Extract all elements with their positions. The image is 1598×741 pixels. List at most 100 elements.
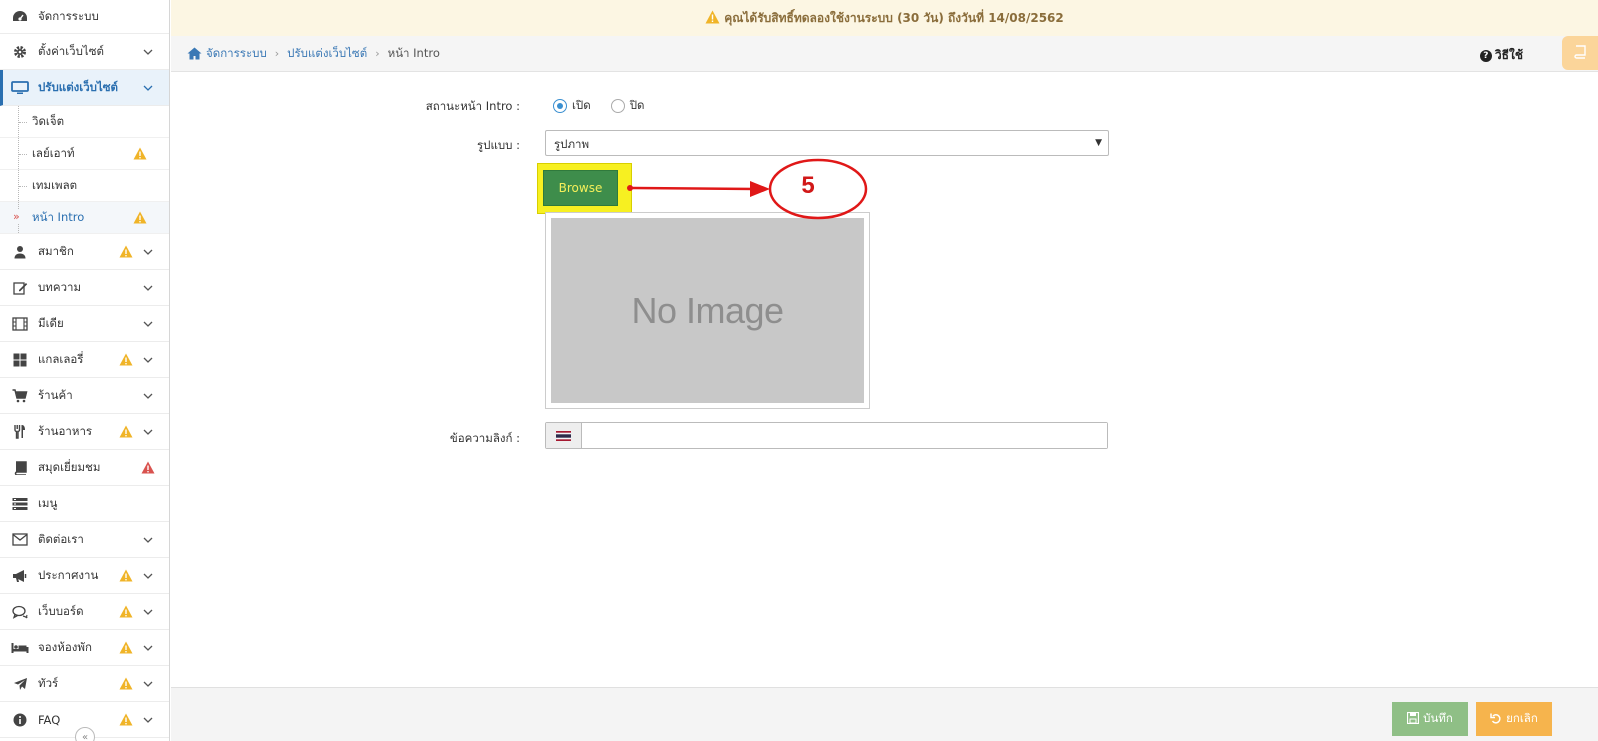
danger-warning-icon: [141, 461, 155, 477]
sidebar-item-shop[interactable]: ร้านค้า: [0, 378, 169, 414]
book-icon: [10, 460, 30, 476]
sidebar-item-articles[interactable]: บทความ: [0, 270, 169, 306]
home-icon[interactable]: [187, 47, 202, 60]
sidebar-item-label: จัดการระบบ: [38, 8, 99, 23]
breadcrumb: จัดการระบบ › ปรับแต่งเว็บไซต์ › หน้า Int…: [171, 45, 440, 63]
chevron-down-icon: [143, 81, 153, 95]
sidebar-subitem-label: เลย์เอาท์: [32, 145, 75, 160]
sidebar-item-media[interactable]: มีเดีย: [0, 306, 169, 342]
chevron-down-icon: [143, 45, 153, 59]
sidebar-item-members[interactable]: สมาชิก: [0, 234, 169, 270]
sidebar-collapse-button[interactable]: «: [75, 727, 95, 741]
intro-status-label: สถานะหน้า Intro :: [425, 99, 520, 113]
question-icon: ?: [1479, 49, 1492, 62]
link-text-input[interactable]: [582, 423, 1107, 448]
user-icon: [10, 244, 30, 260]
monitor-icon: [10, 80, 30, 96]
chevron-down-icon: [143, 245, 153, 259]
breadcrumb-separator-icon: ›: [274, 47, 280, 60]
type-select[interactable]: รูปภาพ ▼: [545, 130, 1109, 156]
warning-icon: [119, 641, 133, 657]
warning-icon: [119, 245, 133, 261]
chevron-down-icon: [143, 677, 153, 691]
warning-icon: [119, 605, 133, 621]
save-label: บันทึก: [1423, 711, 1453, 725]
envelope-icon: [10, 532, 30, 548]
manual-book-button[interactable]: [1562, 36, 1598, 70]
browse-button[interactable]: Browse: [543, 170, 618, 206]
cart-icon: [10, 388, 30, 404]
sidebar-item-gallery[interactable]: แกลเลอรี่: [0, 342, 169, 378]
warning-icon: [705, 10, 720, 27]
sidebar-subitem-label: หน้า Intro: [32, 209, 85, 224]
book-icon: [1573, 44, 1587, 62]
chevron-down-icon: [143, 641, 153, 655]
sidebar-item-tour[interactable]: ทัวร์: [0, 666, 169, 702]
breadcrumb-section-link[interactable]: ปรับแต่งเว็บไซต์: [287, 45, 367, 63]
help-link[interactable]: ? วิธีใช้: [1479, 46, 1523, 65]
breadcrumb-bar: จัดการระบบ › ปรับแต่งเว็บไซต์ › หน้า Int…: [171, 36, 1598, 72]
breadcrumb-separator-icon: ›: [375, 47, 380, 60]
sidebar-item-booking[interactable]: จองห้องพัก: [0, 630, 169, 666]
sidebar-subitem-label: เทมเพลต: [32, 177, 78, 192]
link-text-field: [545, 422, 1108, 449]
annotation-arrow-and-circle: [627, 158, 868, 220]
undo-icon: [1490, 712, 1502, 727]
menu-icon: [10, 496, 30, 512]
film-icon: [10, 316, 30, 332]
sidebar-subitem-layout[interactable]: เลย์เอาท์: [0, 138, 169, 170]
sidebar: จัดการระบบ ตั้งค่าเว็บไซต์ ปรับแต่งเว็บไ…: [0, 0, 170, 741]
save-button[interactable]: บันทึก: [1392, 702, 1468, 736]
type-select-value: รูปภาพ: [554, 137, 590, 151]
warning-icon: [133, 211, 147, 227]
chevron-down-icon: [143, 605, 153, 619]
link-text-label: ข้อความลิงก์ :: [449, 431, 520, 445]
chevron-down-icon: [143, 713, 153, 727]
warning-icon: [119, 425, 133, 441]
plane-icon: [10, 676, 30, 692]
status-on-radio[interactable]: เปิด: [553, 97, 591, 115]
cancel-button[interactable]: ยกเลิก: [1476, 702, 1552, 736]
chevron-down-icon: [143, 533, 153, 547]
edit-icon: [10, 280, 30, 296]
chevron-down-icon: [143, 425, 153, 439]
breadcrumb-current: หน้า Intro: [387, 45, 440, 60]
sidebar-item-customize[interactable]: ปรับแต่งเว็บไซต์: [0, 70, 169, 106]
image-preview: No Image: [545, 212, 870, 409]
chevron-down-icon: [143, 389, 153, 403]
chevron-down-icon: [143, 281, 153, 295]
sidebar-item-menu[interactable]: เมนู: [0, 486, 169, 522]
status-off-radio[interactable]: ปิด: [610, 97, 645, 115]
form-footer: บันทึก ยกเลิก: [171, 687, 1598, 741]
help-label: วิธีใช้: [1494, 48, 1523, 62]
chevron-down-icon: [143, 353, 153, 367]
radio-unchecked-icon: [610, 99, 625, 113]
sidebar-item-contact[interactable]: ติดต่อเรา: [0, 522, 169, 558]
dashboard-icon: [10, 9, 30, 25]
sidebar-item-guestbook[interactable]: สมุดเยี่ยมชม: [0, 450, 169, 486]
thai-flag-icon: [546, 423, 582, 448]
warning-icon: [119, 353, 133, 369]
sidebar-item-jobs[interactable]: ประกาศงาน: [0, 558, 169, 594]
chevron-down-icon: [143, 317, 153, 331]
sidebar-subitem-widgets[interactable]: วิดเจ็ต: [0, 106, 169, 138]
sidebar-item-site-settings[interactable]: ตั้งค่าเว็บไซต์: [0, 34, 169, 70]
warning-icon: [119, 713, 133, 729]
warning-icon: [133, 147, 147, 163]
chevron-down-icon: [143, 569, 153, 583]
comments-icon: [10, 604, 30, 620]
sidebar-item-restaurant[interactable]: ร้านอาหาร: [0, 414, 169, 450]
sidebar-item-webboard[interactable]: เว็บบอร์ด: [0, 594, 169, 630]
utensils-icon: [10, 424, 30, 440]
warning-icon: [119, 569, 133, 585]
trial-alert-bar: คุณได้รับสิทธิ์ทดลองใช้งานระบบ (30 วัน) …: [171, 0, 1598, 36]
sidebar-subitem-intro[interactable]: » หน้า Intro: [0, 202, 169, 234]
status-off-label: ปิด: [629, 98, 645, 112]
gear-icon: [10, 44, 30, 60]
status-on-label: เปิด: [572, 98, 591, 112]
radio-checked-icon: [553, 99, 567, 113]
image-placeholder: No Image: [551, 218, 864, 403]
sidebar-subitem-template[interactable]: เทมเพลต: [0, 170, 169, 202]
breadcrumb-home-link[interactable]: จัดการระบบ: [206, 45, 267, 63]
sidebar-item-dashboard[interactable]: จัดการระบบ: [0, 0, 169, 34]
